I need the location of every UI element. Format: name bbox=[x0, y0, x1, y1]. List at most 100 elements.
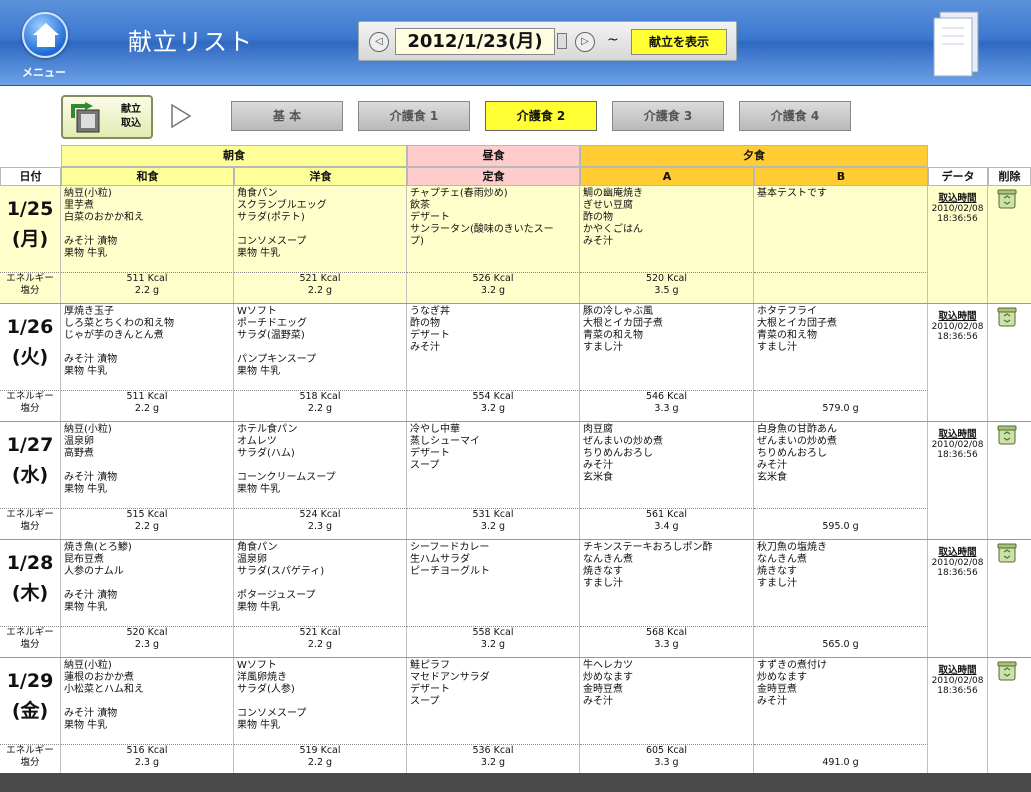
tab-care-meal-4[interactable]: 介護食 4 bbox=[739, 101, 851, 131]
import-time-link[interactable]: 取込時間 bbox=[928, 190, 987, 204]
energy-value: 561 Kcal bbox=[645, 509, 688, 520]
trash-icon[interactable] bbox=[996, 188, 1018, 210]
salt-value: 3.2 g bbox=[480, 521, 506, 532]
nutrition-cell: 546 Kcal 3.3 g bbox=[580, 390, 754, 422]
import-date: 2010/02/08 bbox=[931, 676, 984, 686]
day-date: 1/25 bbox=[6, 198, 54, 220]
energy-value: 511 Kcal bbox=[126, 273, 168, 284]
nutrition-cell: 520 Kcal 2.3 g bbox=[61, 626, 234, 658]
meal-cell-a[interactable]: 豚の冷しゃぶ風 大根とイカ団子煮 青菜の和え物 すまし汁 bbox=[580, 304, 754, 390]
tab-basic[interactable]: 基 本 bbox=[231, 101, 343, 131]
date-field[interactable]: 2012/1/23(月) bbox=[395, 28, 555, 55]
salt-value: 2.2 g bbox=[307, 285, 333, 296]
meal-cell-japanese[interactable]: 焼き魚(とろ鯵) 昆布豆煮 人参のナムル みそ汁 漬物 果物 牛乳 bbox=[61, 540, 234, 626]
trash-icon[interactable] bbox=[996, 660, 1018, 682]
energy-value bbox=[754, 509, 927, 521]
meal-cell-a[interactable]: 鯛の幽庵焼き ぎせい豆腐 酢の物 かやくごはん みそ汁 bbox=[580, 186, 754, 272]
salt-value: 3.3 g bbox=[654, 639, 679, 650]
meal-cell-b[interactable]: 基本テストです bbox=[754, 186, 928, 272]
import-time-link[interactable]: 取込時間 bbox=[928, 426, 987, 440]
salt-value: 3.3 g bbox=[654, 403, 679, 414]
meal-cell-set-meal[interactable]: うなぎ丼 酢の物 デザート みそ汁 bbox=[407, 304, 580, 390]
import-time: 18:36:56 bbox=[937, 214, 978, 224]
meal-cell-set-meal[interactable]: チャプチェ(春雨炒め) 飲茶 デザート サンラータン(酸味のきいたスー プ) bbox=[407, 186, 580, 272]
meal-cell-western[interactable]: Wソフト ポーチドエッグ サラダ(温野菜) パンプキンスープ 果物 牛乳 bbox=[234, 304, 407, 390]
nutrition-cell: 554 Kcal 3.2 g bbox=[407, 390, 580, 422]
import-date: 2010/02/08 bbox=[931, 558, 984, 568]
meal-cell-b[interactable]: すずきの煮付け 炒めなます 金時豆煮 みそ汁 bbox=[754, 658, 928, 744]
meal-cell-japanese[interactable]: 納豆(小粒) 蓮根のおかか煮 小松菜とハム和え みそ汁 漬物 果物 牛乳 bbox=[61, 658, 234, 744]
calendar-spin-icon[interactable] bbox=[557, 33, 567, 49]
meal-cell-japanese[interactable]: 納豆(小粒) 温泉卵 高野煮 みそ汁 漬物 果物 牛乳 bbox=[61, 422, 234, 508]
import-label-line1: 献立 bbox=[121, 104, 141, 115]
meal-cell-western[interactable]: 角食パン スクランブルエッグ サラダ(ポテト) コンソメスープ 果物 牛乳 bbox=[234, 186, 407, 272]
tab-care-meal-3[interactable]: 介護食 3 bbox=[612, 101, 724, 131]
meal-cell-set-meal[interactable]: 冷やし中華 蒸しシューマイ デザート スープ bbox=[407, 422, 580, 508]
meal-cell-a[interactable]: 牛ヘレカツ 炒めなます 金時豆煮 みそ汁 bbox=[580, 658, 754, 744]
salt-label: 塩分 bbox=[20, 757, 40, 768]
salt-value: 2.3 g bbox=[307, 521, 333, 532]
trash-icon[interactable] bbox=[996, 306, 1018, 328]
energy-label: エネルギー bbox=[6, 509, 54, 520]
import-icon bbox=[69, 102, 105, 138]
bottom-bar bbox=[0, 773, 1031, 792]
day-label: 1/29 (金) bbox=[0, 658, 61, 744]
meal-cell-b[interactable]: 白身魚の甘酢あん ぜんまいの炒め煮 ちりめんおろし みそ汁 玄米食 bbox=[754, 422, 928, 508]
meal-cell-a[interactable]: チキンステーキおろしポン酢 なんきん煮 焼きなす すまし汁 bbox=[580, 540, 754, 626]
salt-label: 塩分 bbox=[20, 285, 40, 296]
day-date: 1/29 bbox=[6, 670, 54, 692]
import-time-link[interactable]: 取込時間 bbox=[928, 662, 987, 676]
japanese-column-header: 和食 bbox=[61, 167, 234, 186]
toolbar: 献立 取込 基 本 介護食 1 介護食 2 介護食 3 介護食 4 bbox=[0, 87, 1031, 145]
prev-date-icon[interactable]: ◁ bbox=[369, 32, 389, 52]
meal-cell-b[interactable]: 秋刀魚の塩焼き なんきん煮 焼きなす すまし汁 bbox=[754, 540, 928, 626]
meal-cell-b[interactable]: ホタテフライ 大根とイカ団子煮 青菜の和え物 すまし汁 bbox=[754, 304, 928, 390]
nutrition-cell: 519 Kcal 2.2 g bbox=[234, 744, 407, 776]
menu-button[interactable]: メニュー bbox=[14, 8, 74, 80]
folder-icon[interactable] bbox=[930, 8, 982, 82]
salt-value bbox=[754, 285, 927, 297]
tab-care-meal-1[interactable]: 介護食 1 bbox=[358, 101, 470, 131]
meal-cell-western[interactable]: ホテル食パン オムレツ サラダ(ハム) コーンクリームスープ 果物 牛乳 bbox=[234, 422, 407, 508]
show-menu-button[interactable]: 献立を表示 bbox=[631, 29, 727, 55]
nutrition-cell: 491.0 g bbox=[754, 744, 928, 776]
import-time-link[interactable]: 取込時間 bbox=[928, 308, 987, 322]
import-time: 18:36:56 bbox=[937, 450, 978, 460]
delete-column-header: 削除 bbox=[988, 167, 1031, 186]
next-date-icon[interactable]: ▷ bbox=[575, 32, 595, 52]
nutrition-cell: 595.0 g bbox=[754, 508, 928, 540]
nutrition-cell: 516 Kcal 2.3 g bbox=[61, 744, 234, 776]
tab-care-meal-2[interactable]: 介護食 2 bbox=[485, 101, 597, 131]
import-date: 2010/02/08 bbox=[931, 440, 984, 450]
lunch-header: 昼食 bbox=[407, 145, 580, 167]
meal-cell-a[interactable]: 肉豆腐 ぜんまいの炒め煮 ちりめんおろし みそ汁 玄米食 bbox=[580, 422, 754, 508]
salt-value: 2.2 g bbox=[134, 403, 160, 414]
trash-icon[interactable] bbox=[996, 424, 1018, 446]
nutrition-cell: 511 Kcal 2.2 g bbox=[61, 272, 234, 304]
energy-value: 568 Kcal bbox=[645, 627, 688, 638]
meal-cell-set-meal[interactable]: 鮭ピラフ マセドアンサラダ デザート スープ bbox=[407, 658, 580, 744]
dinner-b-column-header: B bbox=[754, 167, 928, 186]
energy-label: エネルギー bbox=[6, 391, 54, 402]
nutrition-cell: 511 Kcal 2.2 g bbox=[61, 390, 234, 422]
meal-cell-western[interactable]: Wソフト 洋風卵焼き サラダ(人参) コンソメスープ 果物 牛乳 bbox=[234, 658, 407, 744]
date-selector: ◁ 2012/1/23(月) ▷ ~ 献立を表示 bbox=[358, 21, 737, 61]
meal-cell-japanese[interactable]: 厚焼き玉子 しろ菜とちくわの和え物 じゃが芋のきんとん煮 みそ汁 漬物 果物 牛… bbox=[61, 304, 234, 390]
salt-label: 塩分 bbox=[20, 639, 40, 650]
energy-value: 526 Kcal bbox=[472, 273, 514, 284]
nutrition-cell: 521 Kcal 2.2 g bbox=[234, 272, 407, 304]
meal-cell-set-meal[interactable]: シーフードカレー 生ハムサラダ ピーチヨーグルト bbox=[407, 540, 580, 626]
breakfast-header: 朝食 bbox=[61, 145, 407, 167]
import-time-link[interactable]: 取込時間 bbox=[928, 544, 987, 558]
salt-value: 2.2 g bbox=[134, 285, 160, 296]
set-meal-column-header: 定食 bbox=[407, 167, 580, 186]
meal-cell-western[interactable]: 角食パン 温泉卵 サラダ(スパゲティ) ポタージュスープ 果物 牛乳 bbox=[234, 540, 407, 626]
energy-value bbox=[754, 745, 927, 757]
meal-cell-japanese[interactable]: 納豆(小粒) 里芋煮 白菜のおかか和え みそ汁 漬物 果物 牛乳 bbox=[61, 186, 234, 272]
nutrition-cell: 521 Kcal 2.2 g bbox=[234, 626, 407, 658]
import-date: 2010/02/08 bbox=[931, 204, 984, 214]
trash-icon[interactable] bbox=[996, 542, 1018, 564]
salt-value: 2.3 g bbox=[134, 639, 160, 650]
energy-value: 518 Kcal bbox=[299, 391, 341, 402]
import-menu-button[interactable]: 献立 取込 bbox=[61, 95, 153, 139]
